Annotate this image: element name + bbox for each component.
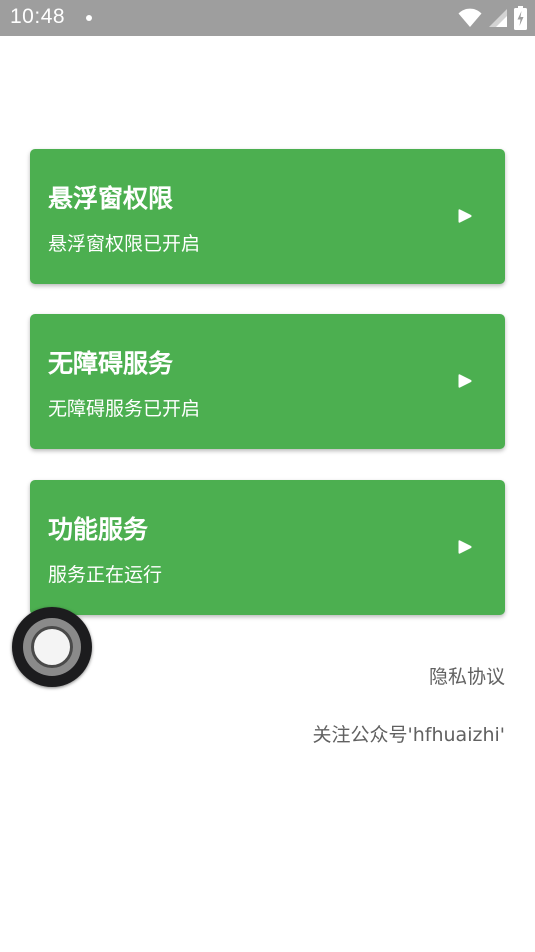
function-service-card[interactable]: 功能服务 服务正在运行 <box>30 480 505 615</box>
card-title: 悬浮窗权限 <box>48 184 174 213</box>
play-arrow-icon <box>456 207 474 225</box>
card-subtitle: 服务正在运行 <box>48 564 163 586</box>
status-icons <box>458 6 527 30</box>
floating-ball-ring <box>23 618 81 676</box>
follow-account-text: 关注公众号'hfhuaizhi' <box>312 724 505 746</box>
status-bar: 10:48 <box>0 0 535 36</box>
floating-ball-core <box>31 626 73 668</box>
card-subtitle: 无障碍服务已开启 <box>48 398 201 420</box>
card-subtitle: 悬浮窗权限已开启 <box>48 233 201 255</box>
card-title: 无障碍服务 <box>48 349 174 378</box>
privacy-policy-link[interactable]: 隐私协议 <box>429 662 505 689</box>
cellular-signal-icon <box>488 8 508 28</box>
notification-dot-icon <box>86 15 92 21</box>
overlay-permission-card[interactable]: 悬浮窗权限 悬浮窗权限已开启 <box>30 149 505 284</box>
play-arrow-icon <box>456 538 474 556</box>
play-arrow-icon <box>456 372 474 390</box>
battery-charging-icon <box>514 6 527 30</box>
status-time: 10:48 <box>10 5 66 28</box>
card-title: 功能服务 <box>48 515 149 544</box>
wifi-icon <box>458 8 482 28</box>
floating-ball-button[interactable] <box>12 607 92 687</box>
accessibility-service-card[interactable]: 无障碍服务 无障碍服务已开启 <box>30 314 505 449</box>
